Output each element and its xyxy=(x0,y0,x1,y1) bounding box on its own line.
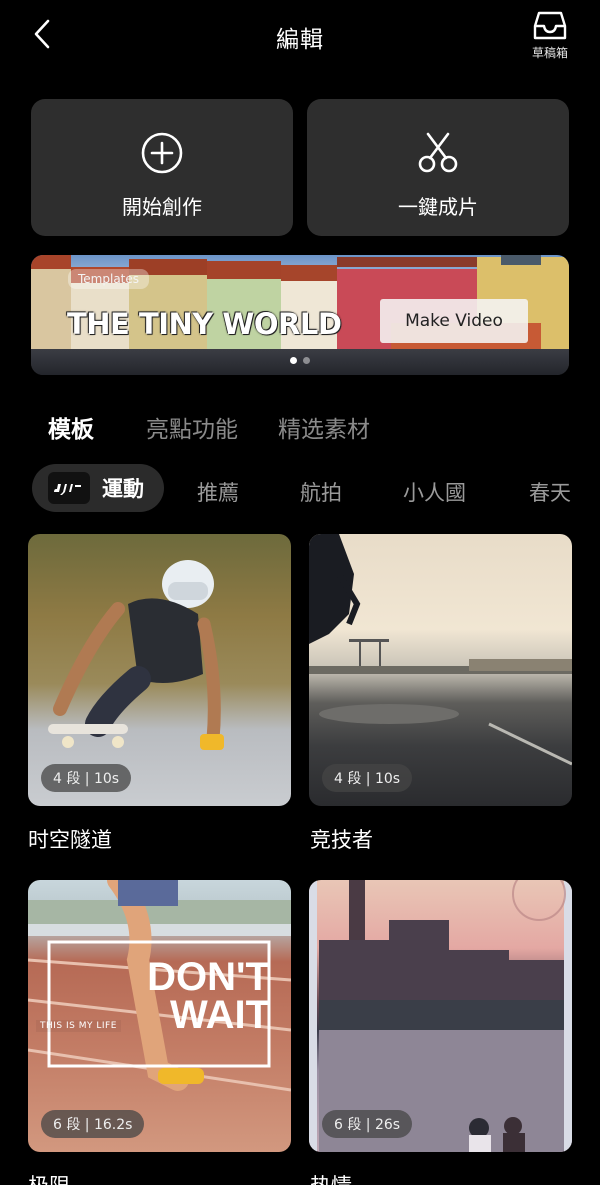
tab-featured-assets[interactable]: 精选素材 xyxy=(278,410,370,444)
duration-badge: 4 段 | 10s xyxy=(41,764,132,792)
banner-roof xyxy=(337,257,477,267)
start-creating-button[interactable]: 開始創作 xyxy=(31,99,293,236)
make-video-button[interactable]: Make Video xyxy=(380,299,528,343)
top-bar: 編輯 草稿箱 xyxy=(0,0,600,72)
banner-building xyxy=(31,267,71,357)
duration-badge: 6 段 | 16.2s xyxy=(41,1110,145,1138)
inbox-tray-icon xyxy=(533,11,567,40)
drafts-button[interactable]: 草稿箱 xyxy=(518,10,582,66)
template-title: 竞技者 xyxy=(310,828,373,852)
banner-roof xyxy=(31,255,71,269)
banner-roof xyxy=(207,261,281,279)
template-title: 时空隧道 xyxy=(28,828,112,852)
template-title: 热情 xyxy=(310,1170,352,1185)
chip-aerial[interactable]: 航拍 xyxy=(300,477,342,507)
content-tabs: 模板 亮點功能 精选素材 xyxy=(48,410,410,444)
page-title: 編輯 xyxy=(276,27,324,53)
pager-dot-active xyxy=(290,357,297,364)
banner-roof xyxy=(281,265,337,281)
one-click-video-label: 一鍵成片 xyxy=(398,195,478,219)
start-creating-label: 開始創作 xyxy=(122,195,202,219)
template-card[interactable]: DON'T WAIT THIS IS MY LIFE 6 段 | 16.2s xyxy=(28,880,291,1152)
drafts-label: 草稿箱 xyxy=(531,46,568,60)
chip-recommended[interactable]: 推薦 xyxy=(197,477,239,507)
overlay-caption: THIS IS MY LIFE xyxy=(36,1020,121,1032)
template-card[interactable]: 4 段 | 10s xyxy=(28,534,291,806)
pager-dot xyxy=(303,357,310,364)
dji-logo-icon xyxy=(48,472,90,504)
banner-roof xyxy=(501,255,541,265)
scissors-icon xyxy=(418,132,458,173)
template-card[interactable]: 6 段 | 26s xyxy=(309,880,572,1152)
edit-page: 編輯 草稿箱 開始創作 一鍵成片 Templates THE TINY WORL… xyxy=(0,0,600,1185)
template-title: 极限 xyxy=(28,1170,70,1185)
promo-banner[interactable]: Templates THE TINY WORLD Make Video xyxy=(31,255,569,375)
chip-spring[interactable]: 春天 xyxy=(529,477,571,507)
banner-headline: THE TINY WORLD xyxy=(67,307,342,341)
duration-badge: 4 段 | 10s xyxy=(322,764,413,792)
templates-tag: Templates xyxy=(68,269,150,289)
template-card[interactable]: 4 段 | 10s xyxy=(309,534,572,806)
overlay-headline: DON'T WAIT xyxy=(147,955,270,1037)
plus-circle-icon xyxy=(141,132,183,174)
banner-pager xyxy=(31,357,569,364)
chip-sports[interactable]: 運動 xyxy=(32,464,164,512)
chip-sports-label: 運動 xyxy=(102,477,144,501)
chip-tiny-planet[interactable]: 小人國 xyxy=(403,477,466,507)
one-click-video-button[interactable]: 一鍵成片 xyxy=(307,99,569,236)
tab-templates[interactable]: 模板 xyxy=(48,410,94,444)
tab-highlight-features[interactable]: 亮點功能 xyxy=(146,410,238,444)
duration-badge: 6 段 | 26s xyxy=(322,1110,413,1138)
